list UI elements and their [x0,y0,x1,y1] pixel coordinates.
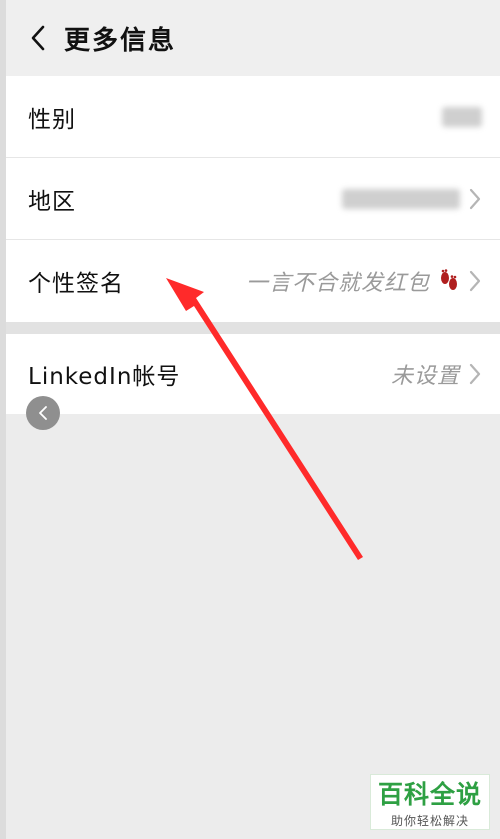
watermark-sub: 助你轻松解决 [390,814,469,828]
watermark-logo: 百科全说 助你轻松解决 [370,774,490,830]
red-arrow [166,278,363,560]
watermark-main: 百科全说 [377,780,482,809]
